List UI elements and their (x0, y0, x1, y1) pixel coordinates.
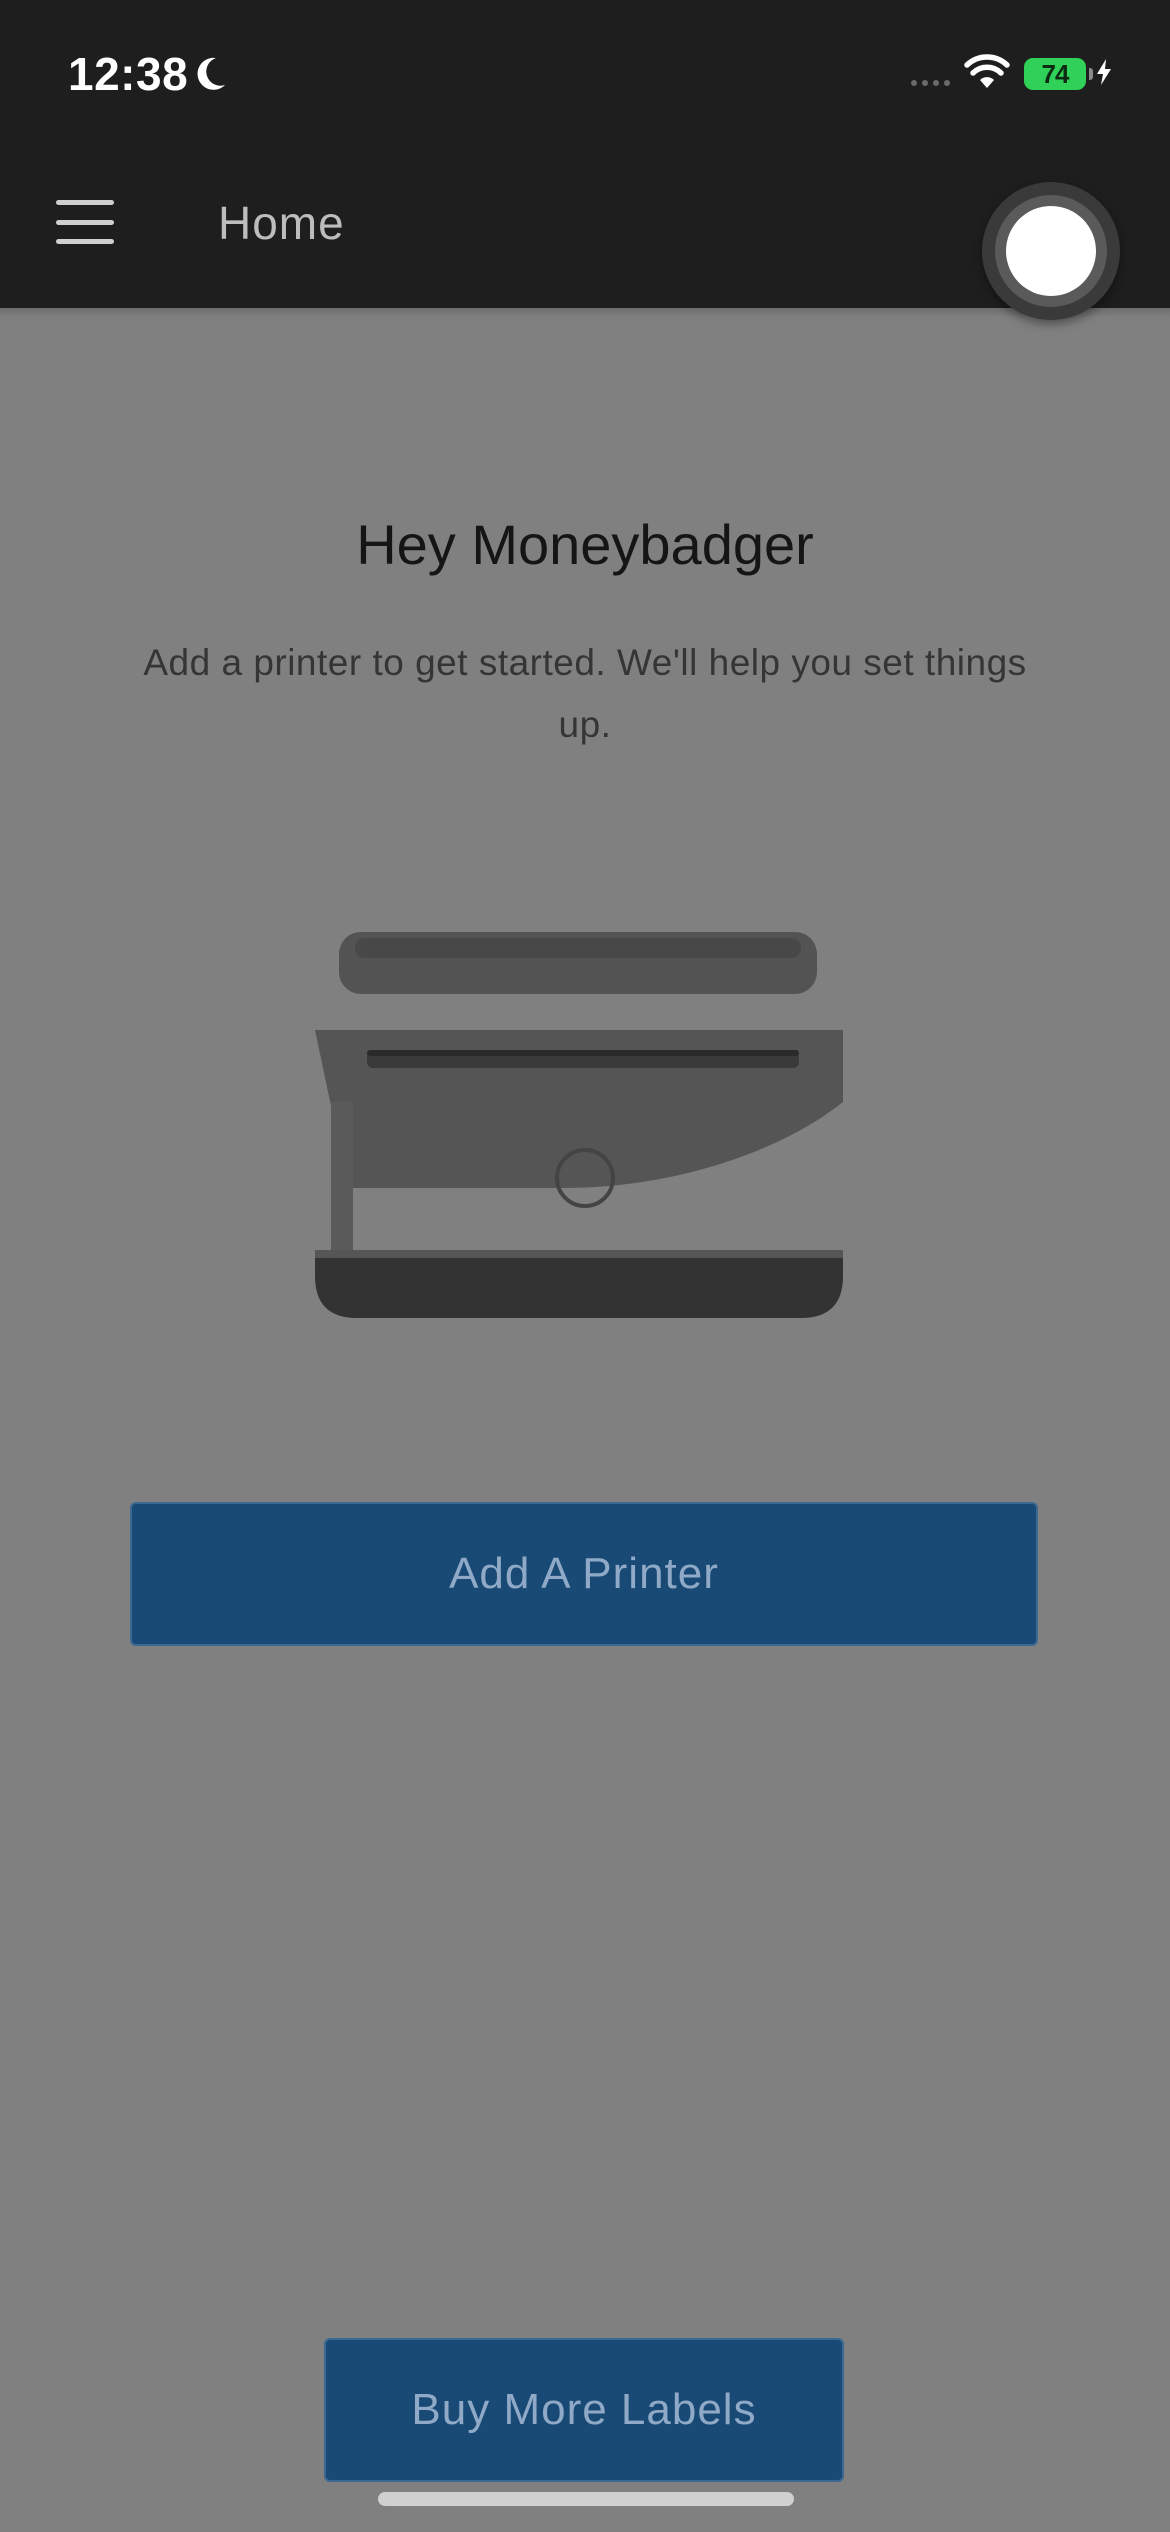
top-bar-shadow (0, 308, 1170, 318)
home-screen: 12:38 74 Home Hey Moneybadger Add a prin… (0, 0, 1170, 2532)
hamburger-menu-icon[interactable] (56, 200, 114, 244)
greeting-heading: Hey Moneybadger (356, 513, 814, 576)
moon-icon (194, 55, 228, 93)
status-time: 12:38 (68, 48, 189, 100)
printer-illustration (305, 926, 853, 1326)
add-printer-label: Add A Printer (449, 1549, 719, 1598)
status-bar-time-group: 12:38 (68, 44, 228, 104)
assistive-touch-button[interactable] (982, 182, 1120, 320)
home-indicator[interactable] (378, 2492, 794, 2506)
battery-level: 74 (1041, 58, 1070, 89)
signal-icon (911, 62, 950, 86)
battery-icon: 74 (1024, 58, 1093, 90)
buy-more-labels-button[interactable]: Buy More Labels (324, 2338, 844, 2482)
wifi-icon (964, 53, 1010, 95)
intro-text: Add a printer to get started. We'll help… (143, 642, 1027, 745)
charging-bolt-icon (1096, 58, 1112, 90)
buy-more-labels-label: Buy More Labels (411, 2385, 757, 2434)
status-bar-right: 74 (911, 50, 1112, 98)
add-printer-button[interactable]: Add A Printer (130, 1502, 1038, 1646)
page-title: Home (218, 197, 345, 249)
